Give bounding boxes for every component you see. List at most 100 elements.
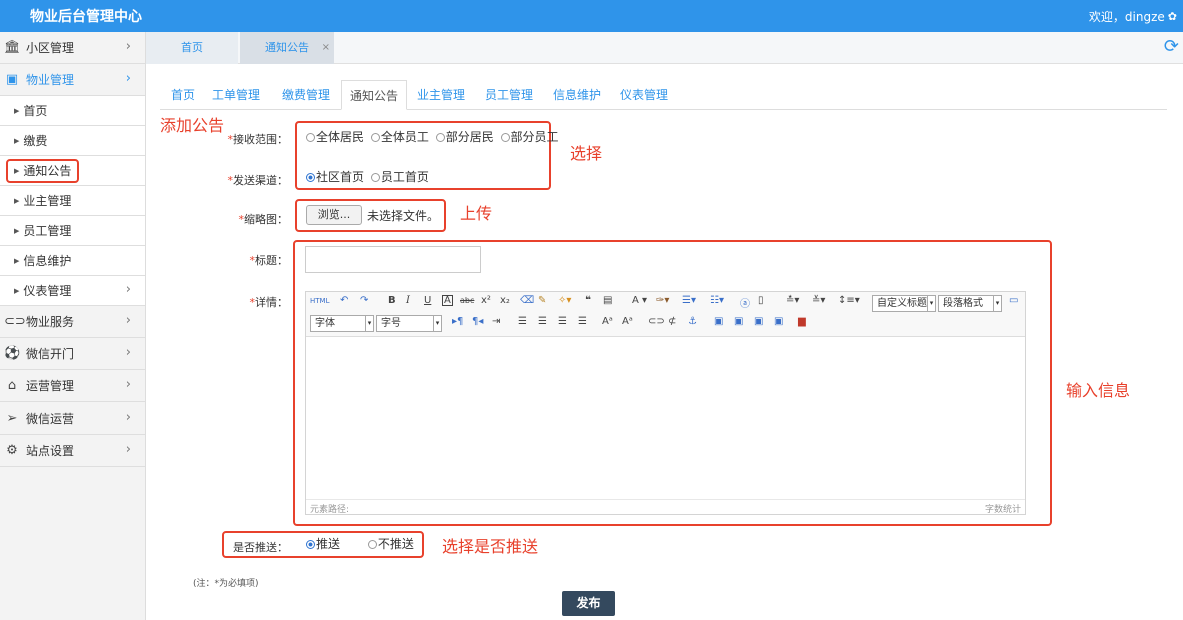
lowercase-icon[interactable]: Aᵃ [622,316,633,327]
radio-some-residents[interactable]: 部分居民 [435,130,494,144]
unlink-icon[interactable]: ⊄ [668,316,676,327]
align-right-icon[interactable]: ☰ [558,316,567,327]
paste-icon[interactable]: ▤ [603,295,612,306]
subscript-icon[interactable]: x₂ [500,295,510,306]
font-family-select[interactable]: 字体 ▾ [310,315,374,332]
uppercase-icon[interactable]: Aᵃ [602,316,613,327]
row-spacing-bottom-icon[interactable]: ≚▾ [812,295,825,306]
editor-content-area[interactable] [306,338,1025,498]
indent-icon[interactable]: ⇥ [492,316,500,327]
undo-icon[interactable]: ↶ [340,295,348,306]
user-welcome[interactable]: 欢迎，dingze ✿ [1089,8,1177,25]
html-source-icon[interactable]: HTML [310,297,329,305]
top-bar: 物业后台管理中心 欢迎，dingze ✿ [0,0,1183,32]
sidebar-item-property[interactable]: ▣ 物业管理 › [0,64,145,96]
title-input[interactable] [305,246,481,273]
row-spacing-top-icon[interactable]: ≛▾ [786,295,799,306]
italic-icon[interactable]: I [406,295,410,306]
align-left-icon[interactable]: ☰ [518,316,527,327]
building-icon: ⌂ [7,378,17,393]
underline-icon[interactable]: U [424,295,431,306]
border-icon[interactable]: A [442,295,453,306]
nav-tab-owner[interactable]: 业主管理 [413,80,469,110]
link-icon[interactable]: ⊂⊃ [648,316,665,327]
line-height-icon[interactable]: ↕≡▾ [838,295,860,306]
tab-notice[interactable]: 通知公告 × [240,32,334,64]
radio-some-staff[interactable]: 部分员工 [500,130,559,144]
doc-icon[interactable]: ▯ [758,295,764,306]
ordered-list-icon[interactable]: ☰▾ [682,295,696,306]
caret-right-icon: ▶ [14,106,20,115]
nav-tab-notice[interactable]: 通知公告 [341,80,407,110]
caret-right-icon: ▶ [14,256,20,265]
sidebar-subitem-label: 缴费 [23,134,48,148]
nav-tab-staff[interactable]: 员工管理 [481,80,537,110]
custom-title-select[interactable]: 自定义标题 ▾ [872,295,936,312]
bank-icon: 🏛 [4,40,21,55]
sidebar-subitem-owner[interactable]: ▶ 业主管理 [0,186,145,216]
publish-button[interactable]: 发布 [562,591,615,616]
sidebar-item-wechat-door[interactable]: ⚽ 微信开门 › [0,338,145,370]
radio-all-staff[interactable]: 全体员工 [370,130,429,144]
nav-tab-info[interactable]: 信息维护 [549,80,605,110]
eraser-icon[interactable]: ⌫ [520,295,534,306]
image-center-icon[interactable]: ▣ [774,316,783,327]
toggle-icon: ⊂⊃ [4,314,26,329]
nav-tab-payment[interactable]: 缴费管理 [278,80,334,110]
text-icon[interactable]: ⓐ [740,295,750,310]
radio-all-residents[interactable]: 全体居民 [306,130,364,144]
quote-icon[interactable]: ❝ [585,295,591,306]
image-left-icon[interactable]: ▣ [714,316,723,327]
nav-tab-meter[interactable]: 仪表管理 [616,80,672,110]
gear-icon[interactable]: ✿ [1168,10,1177,23]
image-right-icon[interactable]: ▣ [754,316,763,327]
sidebar-subitem-info[interactable]: ▶ 信息维护 [0,246,145,276]
sidebar-item-label: 微信开门 [26,347,75,361]
paragraph-format-select[interactable]: 段落格式 ▾ [938,295,1002,312]
nav-tab-workorder[interactable]: 工单管理 [208,80,264,110]
radio-no-push[interactable]: 不推送 [367,537,414,551]
strikethrough-icon[interactable]: abc [460,296,474,305]
superscript-icon[interactable]: x² [481,295,491,306]
caret-right-icon: ▶ [14,196,20,205]
image-none-icon[interactable]: ▣ [734,316,743,327]
chevron-right-icon: › [125,410,131,425]
image-icon[interactable]: ▆ [798,316,806,327]
sidebar-item-operation[interactable]: ⌂ 运营管理 › [0,370,145,402]
ltr-icon[interactable]: ▸¶ [452,316,463,327]
push-group: 推送 不推送 [306,535,417,552]
anchor-icon[interactable]: ⚓ [688,316,697,327]
bold-icon[interactable]: B [388,295,396,306]
sidebar-subitem-meter[interactable]: ▶ 仪表管理 › [0,276,145,306]
sidebar-item-community[interactable]: 🏛 小区管理 › [0,32,145,64]
sidebar-item-service[interactable]: ⊂⊃ 物业服务 › [0,306,145,338]
sidebar-subitem-staff[interactable]: ▶ 员工管理 [0,216,145,246]
redo-icon[interactable]: ↷ [360,295,368,306]
rtl-icon[interactable]: ¶◂ [472,316,483,327]
sidebar-subitem-payment[interactable]: ▶ 缴费 [0,126,145,156]
sidebar-item-settings[interactable]: ⚙ 站点设置 › [0,435,145,467]
radio-push[interactable]: 推送 [306,537,340,551]
unordered-list-icon[interactable]: ☷▾ [710,295,724,306]
radio-staff-home[interactable]: 员工首页 [370,170,429,184]
brush-icon[interactable]: ✎ [538,295,546,306]
annotation-add-notice: 添加公告 [160,116,225,135]
font-color-icon[interactable]: A ▾ [632,295,647,306]
refresh-icon[interactable]: ⟳ [1164,36,1179,57]
font-size-select[interactable]: 字号 ▾ [376,315,442,332]
highlight-color-icon[interactable]: ✑▾ [656,295,669,306]
welcome-text: 欢迎，dingze [1088,10,1165,24]
align-center-icon[interactable]: ☰ [538,316,547,327]
sidebar-subitem-home[interactable]: ▶ 首页 [0,96,145,126]
nav-tab-home[interactable]: 首页 [160,80,206,110]
fullscreen-icon[interactable]: ▭ [1009,295,1018,306]
auto-format-icon[interactable]: ✧▾ [558,295,571,306]
close-icon[interactable]: × [322,32,330,64]
sidebar-item-wechat-ops[interactable]: ➢ 微信运营 › [0,403,145,435]
required-note: (注：*为必填项) [193,579,259,589]
justify-icon[interactable]: ☰ [578,316,587,327]
browse-button[interactable]: 浏览... [306,205,362,225]
tab-home[interactable]: 首页 [146,32,238,64]
sidebar-subitem-label: 业主管理 [23,194,72,208]
radio-community-home[interactable]: 社区首页 [306,170,364,184]
